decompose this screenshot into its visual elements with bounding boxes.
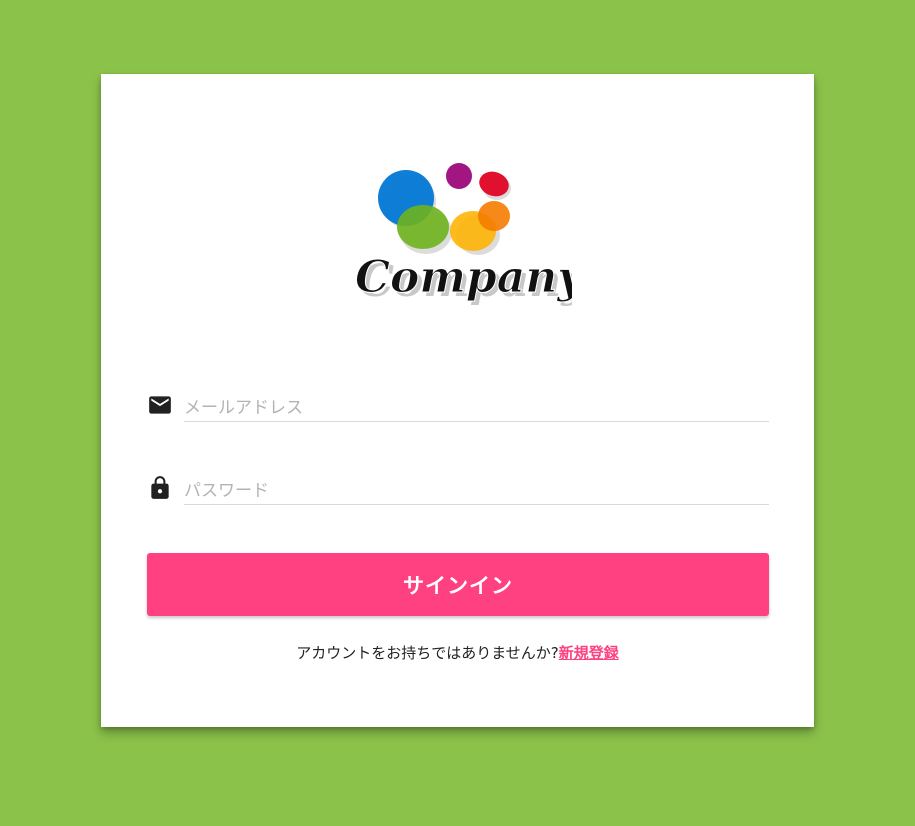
signup-prompt-row: アカウントをお持ちではありませんか?新規登録: [101, 642, 814, 663]
password-row: [147, 467, 769, 507]
lock-icon: [151, 476, 169, 499]
email-input[interactable]: [184, 384, 769, 422]
logo-text: Company: [355, 252, 572, 303]
signin-button[interactable]: サインイン: [147, 553, 769, 616]
signup-prompt: アカウントをお持ちではありませんか?: [296, 644, 559, 662]
logo-bubbles: [378, 163, 510, 251]
company-logo: Company Company: [355, 163, 572, 307]
signup-link[interactable]: 新規登録: [559, 644, 619, 662]
email-row: [147, 384, 769, 424]
password-input[interactable]: [184, 467, 769, 505]
login-card: Company Company サインイン アカウントをお持ちではありませんか?…: [101, 74, 814, 727]
mail-icon: [149, 396, 171, 414]
